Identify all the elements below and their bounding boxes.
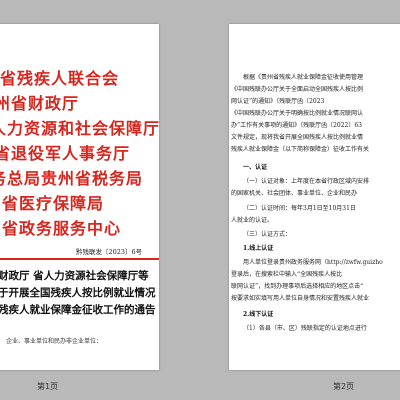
document-viewer[interactable]: 省残疾人联合会 州省财政厅 人力资源和社会保障厅 省退役军人事务厅 务总局贵州省… (0, 0, 400, 400)
issuer-line: 省医疗保障局 (2, 194, 105, 213)
body-line: 文件规定，现将我省开展全国残疾人按比例就业情 (231, 134, 364, 141)
page-2-label: 第2页 (333, 382, 355, 391)
document-number: 黔残联发〔2023〕6号 (76, 248, 143, 256)
page-1-label: 第1页 (37, 382, 59, 391)
issuer-line: 省退役军人事务厅 (0, 144, 131, 163)
section-heading: 一、认证 (243, 164, 268, 171)
page-1[interactable]: 省残疾人联合会 州省财政厅 人力资源和社会保障厅 省退役军人事务厅 务总局贵州省… (0, 24, 159, 370)
notice-title-line: 于开展全国残疾人按比例就业情况 (0, 287, 156, 299)
body-line: （三）认证方式： (243, 231, 292, 238)
issuer-line: 州省财政厅 (0, 94, 80, 113)
body-line: 《中国残联办公厅关于全面启动全国残疾人按比例 (231, 86, 364, 93)
body-line: （一）认证对象：上年度在本省行政区域内安排 (243, 178, 370, 185)
page-2[interactable]: 根据《贵州省残疾人就业保障金征收使用管理 《中国残联办公厅关于全面启动全国残疾人… (229, 24, 400, 370)
issuer-line: 省政务服务中心 (2, 219, 122, 238)
body-line: 登录后，在搜索栏中输入“全国残疾人按比 (231, 271, 343, 278)
body-line: 根据《贵州省残疾人就业保障金征收使用管理 (243, 74, 364, 81)
red-divider (0, 258, 159, 260)
addressee: 企业、事业单位和民办非企业单位： (6, 338, 103, 345)
subsection-heading: 1.线上认证 (243, 245, 274, 252)
notice-title-line: 残疾人就业保障金征收工作的通告 (0, 304, 156, 316)
body-line: 的国家机关、社会团体、事业单位、企业和民办 (231, 190, 358, 197)
body-line: 办”工作有关事项的通知》（残联厅函〔2022〕63 (231, 122, 362, 129)
body-line: 联网认证”，找到办理事项后选择相应的地区点击“ (231, 283, 364, 290)
body-line: 《中国残联办公厅关于明确按比例就业情况联网认 (231, 110, 364, 117)
issuer-line: 省残疾人联合会 (0, 69, 120, 88)
body-line: 残疾人就业保障金（以下简称保障金）征收工作有关 (231, 146, 370, 153)
body-line: （二）认证时间：每年3月1日至10月31日 (243, 205, 356, 212)
issuer-line: 务总局贵州省税务局 (0, 169, 144, 188)
body-line: 用人单位登录贵州政务服务网（http://zwfw.guizho (243, 259, 383, 266)
body-line: 人就业的认证。 (231, 217, 274, 224)
body-line: 按要求如实填写用人单位自身情况和安置残疾人就业 (231, 295, 370, 302)
body-line: （1）各县（市、区）残联指定的认证地点进行 (243, 325, 367, 332)
notice-title-line: 财政厅 省人力资源社会保障厅等 (0, 270, 149, 282)
issuer-line: 人力资源和社会保障厅 (0, 119, 159, 138)
subsection-heading: 2.线下认证 (243, 311, 274, 318)
body-line: 网认证”的通知》（残联厅函〔2023 (231, 98, 325, 105)
